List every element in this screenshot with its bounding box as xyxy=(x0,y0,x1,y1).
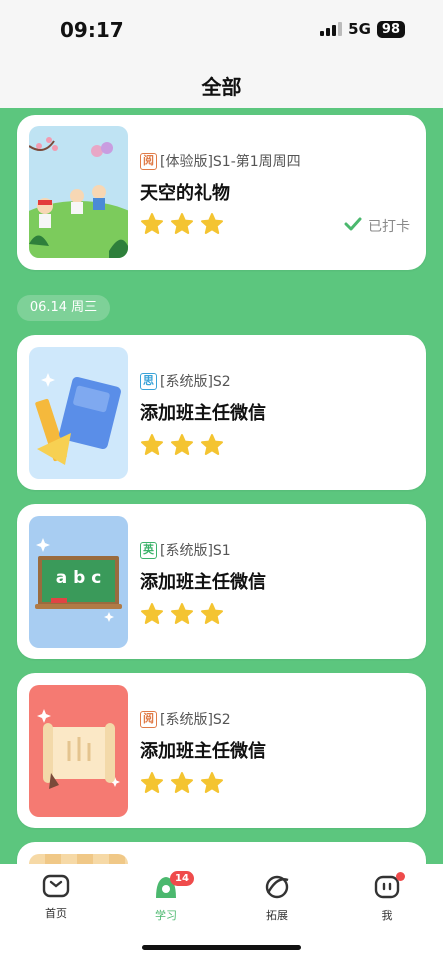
nav-explore[interactable]: 拓展 xyxy=(237,874,317,923)
study-icon xyxy=(152,877,180,904)
battery-icon: 98 xyxy=(376,20,405,38)
star-icon xyxy=(170,602,194,630)
lesson-title: 添加班主任微信 xyxy=(140,403,266,424)
nav-label: 学习 xyxy=(155,909,177,922)
nav-label: 拓展 xyxy=(266,909,288,922)
lesson-meta: 阅 [体验版]S1-第1周周四 xyxy=(140,151,301,171)
explore-icon xyxy=(263,875,291,904)
lesson-card[interactable]: 阅 [体验版]S1-第1周周四 天空的礼物 已打卡 xyxy=(17,115,426,270)
star-icon xyxy=(200,212,224,240)
subject-tag: 思 xyxy=(140,372,157,390)
star-icon xyxy=(170,212,194,240)
page-title: 全部 xyxy=(201,75,242,99)
lesson-card[interactable]: a b c 英 [系统版]S1 添加班主任微信 xyxy=(17,504,426,659)
lesson-title: 添加班主任微信 xyxy=(140,741,266,762)
star-icon xyxy=(200,433,224,461)
star-rating xyxy=(140,771,224,799)
date-chip: 06.14 周三 xyxy=(17,295,110,321)
lesson-meta: 英 [系统版]S1 xyxy=(140,540,231,560)
notification-dot xyxy=(396,872,405,881)
lesson-meta: 思 [系统版]S2 xyxy=(140,371,231,391)
subject-tag: 阅 xyxy=(140,710,157,728)
lesson-card[interactable]: 思 [系统版]S2 添加班主任微信 xyxy=(17,335,426,490)
notification-badge: 14 xyxy=(170,871,194,886)
subject-tag: 英 xyxy=(140,541,157,559)
status-indicators: 5G 98 xyxy=(320,20,405,38)
star-icon xyxy=(170,433,194,461)
lesson-version: [系统版]S2 xyxy=(160,712,231,728)
scroll-illustration xyxy=(29,685,128,817)
top-bar: 09:17 5G 98 全部 xyxy=(0,0,443,108)
lesson-title: 天空的礼物 xyxy=(140,183,230,204)
lesson-title: 添加班主任微信 xyxy=(140,572,266,593)
status-time: 09:17 xyxy=(60,18,124,42)
star-rating xyxy=(140,602,224,630)
signal-icon xyxy=(320,22,343,36)
nav-label: 首页 xyxy=(45,907,67,920)
network-label: 5G xyxy=(348,20,371,38)
lesson-version: [体验版]S1-第1周周四 xyxy=(160,154,301,170)
star-icon xyxy=(140,433,164,461)
checkin-label: 已打卡 xyxy=(368,219,410,235)
lesson-meta: 阅 [系统版]S2 xyxy=(140,709,231,729)
subject-tag: 阅 xyxy=(140,152,157,170)
chalkboard-text: a b c xyxy=(55,568,102,588)
home-indicator xyxy=(142,945,301,950)
star-rating xyxy=(140,212,224,240)
lesson-version: [系统版]S1 xyxy=(160,543,231,559)
book-ruler-illustration xyxy=(29,347,128,479)
check-icon xyxy=(344,217,362,235)
star-icon xyxy=(200,771,224,799)
star-icon xyxy=(140,212,164,240)
star-icon xyxy=(200,602,224,630)
nav-label: 我 xyxy=(381,909,393,922)
nav-home[interactable]: 首页 xyxy=(16,874,96,921)
lesson-card[interactable]: 阅 [系统版]S2 添加班主任微信 xyxy=(17,673,426,828)
profile-icon xyxy=(373,875,401,904)
checkin-status: 已打卡 xyxy=(344,216,410,236)
kids-picnic-illustration xyxy=(29,126,128,258)
star-icon xyxy=(140,771,164,799)
star-icon xyxy=(170,771,194,799)
nav-profile[interactable]: 我 xyxy=(347,872,427,923)
home-icon xyxy=(42,874,70,902)
star-rating xyxy=(140,433,224,461)
chalkboard-illustration: a b c xyxy=(29,516,128,648)
star-icon xyxy=(140,602,164,630)
lesson-version: [系统版]S2 xyxy=(160,374,231,390)
nav-study[interactable]: 14 学习 xyxy=(126,871,206,923)
